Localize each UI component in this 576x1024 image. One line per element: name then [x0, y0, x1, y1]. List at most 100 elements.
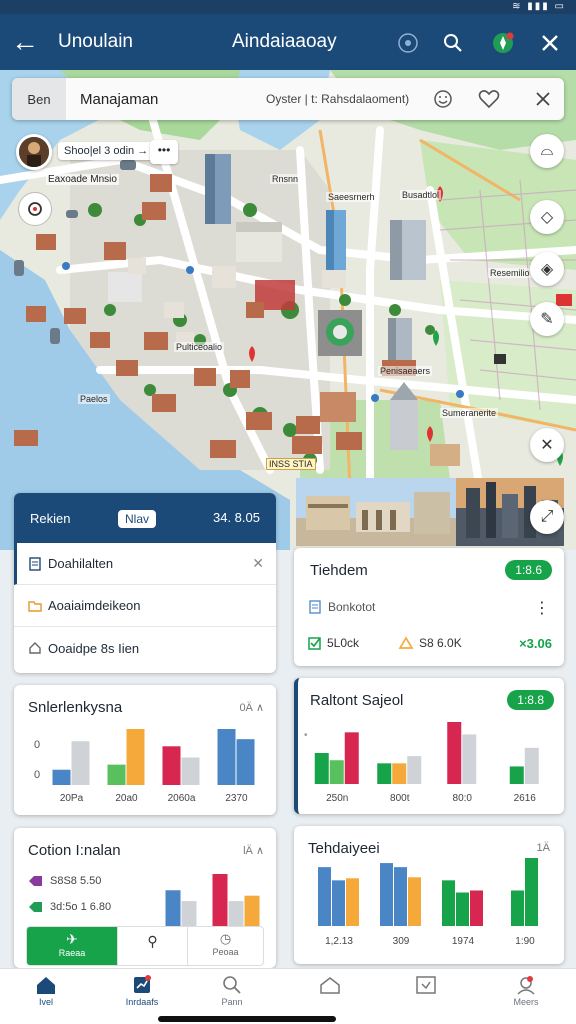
map-expand-button[interactable]: ⤢	[530, 500, 564, 534]
map-search-bar[interactable]: Ben Manajaman Oyster | t: Rahsdalaoment)	[12, 78, 564, 120]
task-row[interactable]: Ooaidpe 8s Iien	[14, 627, 276, 669]
chart-bar	[394, 867, 407, 926]
stat-3-value: ×3.06	[519, 636, 552, 651]
document-icon	[309, 600, 321, 614]
favorite-button[interactable]	[476, 86, 502, 112]
battery-icon: ▭	[554, 1, 566, 12]
x-tick-label: 1:90	[515, 936, 535, 947]
tab-plane[interactable]: ✈ Raeaa	[27, 927, 117, 965]
chart-bar	[447, 722, 462, 784]
clock-icon: ◷	[219, 931, 232, 946]
patient-bar-chart: 250n 800t 80:0 2616	[314, 722, 539, 804]
map-label-poi: Sumeranerite	[440, 408, 499, 418]
search-button[interactable]	[438, 28, 468, 58]
stat-2-value: S8 6.0K	[419, 636, 462, 650]
x-tick-label: 2616	[514, 793, 537, 804]
tiehdem-row[interactable]: Bonkotot	[308, 600, 375, 614]
nav-label: Ivel	[38, 997, 53, 1007]
map-label-tag: INSS STIA	[266, 458, 316, 470]
layers-icon: ⌓	[540, 142, 554, 159]
nav-item-analytics[interactable]: Inrdaafs	[112, 973, 172, 1007]
chart-bar	[107, 764, 126, 785]
nav-item-tasks[interactable]	[396, 973, 456, 997]
nav-item-search[interactable]: Pann	[202, 973, 262, 1007]
chart-bar	[380, 863, 393, 926]
search-icon	[202, 973, 262, 997]
more-options-button[interactable]: •••	[150, 140, 178, 164]
checkbox-icon	[308, 637, 321, 650]
pin-icon: ◇	[540, 209, 554, 226]
emoji-button[interactable]	[430, 86, 456, 112]
tiehdem-pill[interactable]: 1:8.6	[505, 560, 552, 580]
close-icon[interactable]: ✕	[252, 555, 264, 572]
close-button[interactable]	[535, 28, 565, 58]
chart-bar	[181, 757, 200, 785]
tasks-card-header: Rekien Nlav 34. 8.05	[14, 493, 276, 543]
x-tick-label: 20Pa	[60, 793, 84, 804]
landmark-photo[interactable]	[296, 478, 456, 546]
compass-button[interactable]	[488, 28, 518, 58]
map-label-poi: Saeesrnerh	[326, 192, 377, 202]
target-button[interactable]	[393, 28, 423, 58]
tehdaiyeei-card: Tehdaiyeei 1Ä 1,2.13 309 1974 1:90	[294, 826, 564, 964]
map-draw-button[interactable]: ✎	[530, 302, 564, 336]
map-label-poi: Resemilio	[488, 268, 532, 278]
chart-bar	[525, 858, 538, 926]
chart-bar	[524, 747, 539, 784]
nav-item-map[interactable]	[300, 973, 360, 997]
filter-tab[interactable]: Ben	[12, 78, 66, 120]
close-icon	[542, 35, 558, 51]
close-search-button[interactable]	[530, 86, 556, 112]
nav-item-home[interactable]: Ivel	[16, 973, 76, 1007]
tasks-card-badge[interactable]: Nlav	[118, 510, 157, 528]
chart-bar	[52, 769, 71, 785]
breadcrumb: Oyster | t: Rahsdalaoment)	[266, 92, 410, 106]
search-icon	[444, 34, 462, 52]
chart-bar	[165, 890, 181, 926]
map-pin-button[interactable]: ◇	[530, 200, 564, 234]
chart-bar	[329, 760, 344, 784]
status-bar: ≋ ▮▮▮ ▭	[0, 0, 576, 14]
nav-item-more[interactable]: Meers	[496, 973, 556, 1007]
chart-bar	[217, 729, 236, 785]
checklist-icon	[396, 973, 456, 997]
status-icons: ≋ ▮▮▮ ▭	[512, 1, 566, 12]
map-measure-button[interactable]: ✕	[530, 428, 564, 462]
home-icon	[28, 641, 48, 655]
chart-bar	[462, 734, 477, 784]
pencil-icon: ✎	[540, 311, 554, 328]
chart-bar	[346, 878, 359, 926]
x-tick-label: 1974	[452, 936, 475, 947]
crosshair-icon	[28, 202, 42, 216]
sales-bar-chart: 20Pa 20a0 2060a 2370	[52, 729, 255, 804]
landmark-photo-image	[296, 478, 456, 546]
x-tick-label: 2370	[225, 793, 248, 804]
tab-clock[interactable]: ◷ Peoaa	[187, 927, 263, 965]
locate-me-button[interactable]	[18, 192, 52, 226]
chart-bar	[456, 892, 469, 926]
search-query[interactable]: Manajaman	[80, 91, 240, 108]
map-rotate-button[interactable]: ◈	[530, 252, 564, 286]
map-label-building: Pulticeoalio	[174, 342, 225, 352]
tab-pin[interactable]: ⚲	[117, 927, 187, 965]
tab-label: Peoaa	[212, 947, 239, 957]
airplane-icon: ✈	[66, 931, 78, 947]
chart-bar	[392, 763, 407, 784]
cotion-card: Cotion I:nalan lÄ ∧ S8S8 5.50 3d:5o 1 6.…	[14, 828, 276, 968]
task-row[interactable]: Aoaiaimdeikeon	[14, 585, 276, 627]
chart-bar	[244, 895, 260, 926]
chart-bar	[318, 867, 331, 926]
chart-bar	[162, 746, 181, 785]
stat-1: 5L0ck	[308, 636, 359, 650]
location-pin-icon: ⚲	[147, 933, 158, 949]
gesture-handle[interactable]	[158, 1016, 336, 1022]
back-button[interactable]: ←	[0, 14, 50, 70]
x-tick-label: 309	[393, 936, 410, 947]
scale-icon	[398, 636, 414, 649]
map-layers-button[interactable]: ⌓	[530, 134, 564, 168]
chart-bar	[228, 901, 244, 926]
gesture-bar	[0, 1016, 576, 1024]
location-chip-label: Shoo|el 3 odin →	[58, 142, 155, 160]
task-row[interactable]: Doahilalten ✕	[14, 543, 276, 585]
kebab-menu-icon[interactable]: ⋮	[534, 598, 550, 618]
